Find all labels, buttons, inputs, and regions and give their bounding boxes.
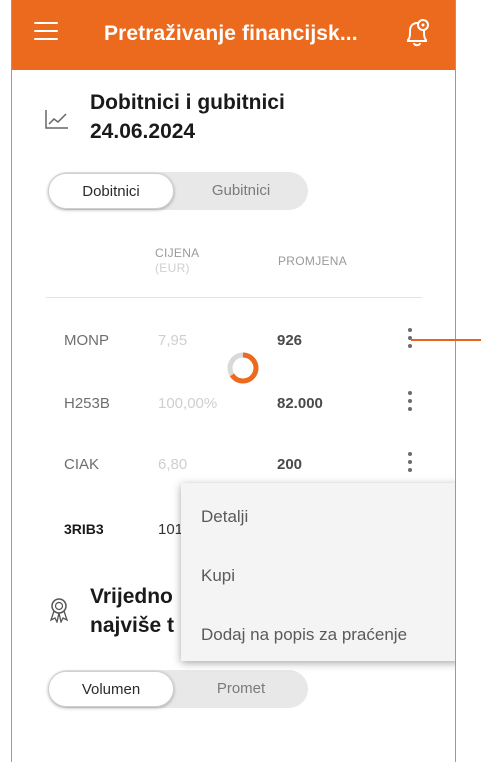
change: 200 — [277, 456, 303, 473]
volume-turnover-toggle: Volumen Promet — [48, 670, 308, 708]
more-options-icon[interactable] — [402, 452, 418, 476]
symbol: H253B — [64, 395, 110, 412]
symbol: 3RIB3 — [64, 521, 104, 537]
bell-settings-icon[interactable] — [402, 16, 432, 50]
menu-item-dodaj-na-popis[interactable]: Dodaj na popis za praćenje — [201, 625, 407, 645]
trend-chart-icon — [45, 110, 68, 129]
gainers-losers-toggle: Dobitnici Gubitnici — [48, 172, 308, 210]
change: 82.000 — [277, 395, 323, 412]
tab-promet[interactable]: Promet — [174, 670, 308, 708]
price: 101 — [158, 521, 184, 538]
change-column-header: PROMJENA — [278, 254, 348, 268]
tab-gubitnici[interactable]: Gubitnici — [174, 172, 308, 210]
app-bar: Pretraživanje financijsk... — [12, 0, 455, 70]
tab-volumen[interactable]: Volumen — [48, 671, 174, 707]
app-screen: Pretraživanje financijsk... Dobitnici i … — [11, 0, 456, 762]
symbol: CIAK — [64, 456, 100, 473]
price: 100,00% — [158, 395, 218, 412]
symbol: MONP — [64, 332, 109, 349]
award-icon — [49, 598, 69, 623]
price-column-header: CIJENA (EUR) — [155, 246, 200, 275]
price: 6,80 — [158, 456, 188, 473]
price: 7,95 — [158, 332, 188, 349]
section-title: Dobitnici i gubitnici 24.06.2024 — [90, 91, 285, 143]
context-menu: Detalji Kupi Dodaj na popis za praćenje — [181, 483, 455, 661]
hamburger-icon[interactable] — [34, 22, 58, 42]
table-row[interactable]: H253B 100,00% 82.000 — [12, 391, 455, 435]
annotation-pointer-line — [411, 339, 481, 341]
table-divider — [46, 297, 422, 298]
page-title: Pretraživanje financijsk... — [104, 22, 358, 45]
tab-dobitnici[interactable]: Dobitnici — [48, 173, 174, 209]
most-valued-section-title: Vrijedno najviše t — [90, 585, 175, 637]
menu-item-kupi[interactable]: Kupi — [201, 566, 235, 586]
menu-item-detalji[interactable]: Detalji — [201, 507, 248, 527]
loading-spinner-icon — [227, 352, 259, 384]
change: 926 — [277, 332, 303, 349]
more-options-icon[interactable] — [402, 391, 418, 415]
